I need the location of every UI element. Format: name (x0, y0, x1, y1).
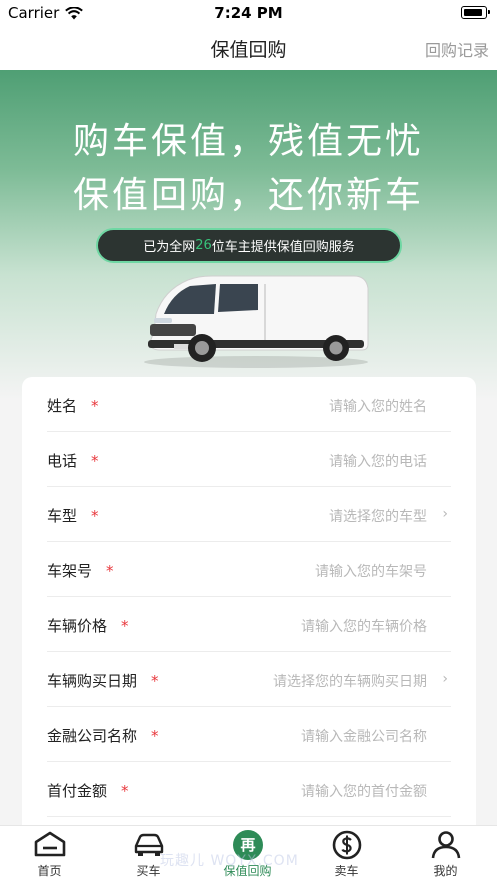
field-label: 车架号 * (47, 562, 114, 580)
field-down-payment[interactable]: 首付金额 * 请输入您的首付金额 (47, 762, 451, 817)
chevron-right-icon: › (442, 506, 448, 522)
required-mark: * (91, 452, 99, 470)
home-icon (34, 831, 66, 857)
phone-input[interactable]: 请输入您的电话 (329, 451, 427, 471)
tab-label: 首页 (37, 864, 62, 878)
field-phone[interactable]: 电话 * 请输入您的电话 (47, 432, 451, 487)
tab-home[interactable]: 首页 (0, 826, 99, 883)
banner-prefix: 已为全网 (143, 240, 196, 255)
field-label: 电话 * (47, 452, 99, 470)
field-label: 金融公司名称 * (47, 727, 159, 745)
page-title: 保值回购 (210, 39, 287, 61)
field-label: 首付金额 * (47, 782, 129, 800)
field-car-model[interactable]: 车型 * 请选择您的车型 › (47, 487, 451, 542)
status-time: 7:24 PM (214, 4, 283, 22)
status-bar: Carrier 7:24 PM (0, 0, 497, 26)
tab-sell-car[interactable]: 卖车 (297, 826, 396, 883)
hero-banner: 购车保值，残值无忧 保值回购，还你新车 已为全网 26 位车主提供保值回购服务 (0, 70, 497, 400)
down-payment-input[interactable]: 请输入您的首付金额 (301, 781, 427, 801)
buyback-form: 姓名 * 请输入您的姓名 电话 * 请输入您的电话 车型 * 请选择您的车型 › 车架… (22, 377, 476, 837)
field-finance-company[interactable]: 金融公司名称 * 请输入金融公司名称 (47, 707, 451, 762)
chevron-right-icon: › (442, 671, 448, 687)
banner-count: 26 (195, 238, 212, 253)
service-count-banner: 已为全网 26 位车主提供保值回购服务 (96, 228, 402, 263)
purchase-date-select[interactable]: 请选择您的车辆购买日期 (273, 671, 427, 691)
hero-slogan-line2: 保值回购，还你新车 (72, 175, 424, 216)
car-model-select[interactable]: 请选择您的车型 (329, 506, 427, 526)
field-label: 姓名 * (47, 397, 99, 415)
name-input[interactable]: 请输入您的姓名 (329, 396, 427, 416)
tab-profile[interactable]: 我的 (396, 826, 495, 883)
hero-slogan-line1: 购车保值，残值无忧 (72, 121, 424, 162)
watermark: 玩趣儿 WQYX.COM (160, 853, 299, 869)
field-vehicle-price[interactable]: 车辆价格 * 请输入您的车辆价格 (47, 597, 451, 652)
required-mark: * (121, 617, 129, 635)
required-mark: * (151, 672, 159, 690)
field-label: 车辆价格 * (47, 617, 129, 635)
required-mark: * (91, 397, 99, 415)
banner-suffix: 位车主提供保值回购服务 (211, 240, 355, 255)
vehicle-price-input[interactable]: 请输入您的车辆价格 (301, 616, 427, 636)
required-mark: * (106, 562, 114, 580)
field-name[interactable]: 姓名 * 请输入您的姓名 (47, 377, 451, 432)
field-label: 车辆购买日期 * (47, 672, 159, 690)
user-icon (431, 831, 461, 859)
required-mark: * (91, 507, 99, 525)
finance-company-input[interactable]: 请输入金融公司名称 (301, 726, 427, 746)
nav-bar: 保值回购 回购记录 (0, 26, 497, 70)
field-vin[interactable]: 车架号 * 请输入您的车架号 (47, 542, 451, 597)
vin-input[interactable]: 请输入您的车架号 (315, 561, 427, 581)
van-image (144, 275, 369, 368)
tab-label: 卖车 (334, 864, 359, 878)
required-mark: * (151, 727, 159, 745)
tab-label: 我的 (433, 864, 458, 878)
field-label: 车型 * (47, 507, 99, 525)
buyback-records-link[interactable]: 回购记录 (425, 37, 489, 61)
required-mark: * (121, 782, 129, 800)
dollar-coin-icon (332, 830, 362, 860)
field-purchase-date[interactable]: 车辆购买日期 * 请选择您的车辆购买日期 › (47, 652, 451, 707)
battery-icon (461, 6, 490, 19)
